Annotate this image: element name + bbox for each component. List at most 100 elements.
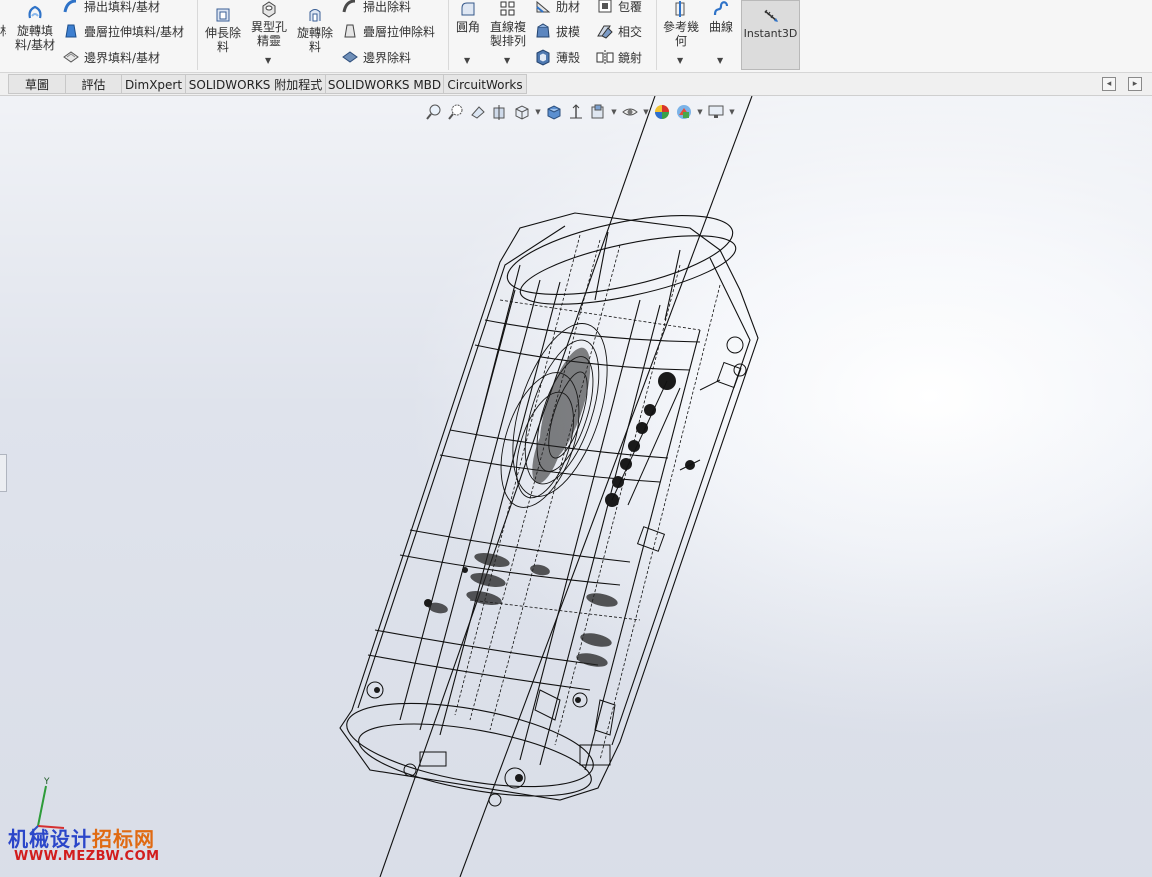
hole-wizard-button[interactable]: 異型孔 精靈 <box>246 0 292 48</box>
rib-button[interactable]: 肋材 <box>534 0 580 15</box>
revolve-boss-label: 旋轉填 料/基材 <box>14 24 56 52</box>
view-orientation-dropdown[interactable]: ▼ <box>534 108 542 116</box>
draft-label: 拔模 <box>556 24 581 39</box>
tab-sketch[interactable]: 草圖 <box>8 74 66 94</box>
zoom-to-fit-icon[interactable] <box>424 102 444 122</box>
swept-cut-icon <box>342 0 356 13</box>
rib-label: 肋材 <box>556 0 581 14</box>
watermark-logo-text: 机械设计招标网 <box>8 823 155 852</box>
linear-pattern-button[interactable]: 直線複 製排列 <box>486 0 530 48</box>
sweep-boss-button[interactable]: 掃出填料/基材 <box>62 0 160 15</box>
mirror-button[interactable]: 鏡射 <box>596 48 642 66</box>
ribbon-separator <box>448 0 449 70</box>
draft-icon <box>536 23 550 38</box>
loft-boss-label: 疊層拉伸填料/基材 <box>84 24 185 39</box>
revolved-cut-icon <box>309 9 321 22</box>
hole-wizard-icon <box>262 1 276 18</box>
watermark-text-blue: 机械设计 <box>8 827 92 851</box>
tab-dimxpert[interactable]: DimXpert <box>121 74 186 94</box>
lofted-cut-icon <box>344 24 356 38</box>
watermark-text-orange: 招标网 <box>92 827 155 851</box>
extruded-cut-label: 伸長除 料 <box>204 26 241 54</box>
graphics-area[interactable]: ▼ ▼ ▼ ▼ ▼ Y 机械设计招标网 WWW.MEZBW.COM <box>0 96 1152 877</box>
shell-button[interactable]: 薄殼 <box>534 48 580 66</box>
apply-scene-icon[interactable] <box>652 102 672 122</box>
reference-geometry-button[interactable]: 參考幾 何 <box>660 0 702 48</box>
loft-boss-button[interactable]: 疊層拉伸填料/基材 <box>62 22 184 40</box>
revolved-cut-label: 旋轉除 料 <box>296 26 333 54</box>
instant3d-label: Instant3D <box>743 27 798 40</box>
panel-collapse-left-icon[interactable]: ◂ <box>1102 77 1116 91</box>
wireframe-assembly-model[interactable] <box>0 96 1152 877</box>
boundary-cut-button[interactable]: 邊界除料 <box>341 48 411 66</box>
extruded-cut-button[interactable]: 伸長除 料 <box>202 6 244 54</box>
reference-geometry-icon <box>675 1 685 17</box>
section-view-icon[interactable] <box>490 102 510 122</box>
hide-show-items-icon[interactable] <box>588 102 608 122</box>
draft-button[interactable]: 拔模 <box>534 22 580 40</box>
display-monitor-icon[interactable] <box>706 102 726 122</box>
heads-up-view-toolbar: ▼ ▼ ▼ ▼ ▼ <box>424 100 736 124</box>
linear-pattern-dropdown[interactable]: ▼ <box>504 56 510 65</box>
edit-appearance-dropdown[interactable]: ▼ <box>642 108 650 116</box>
tab-solidworks-addins[interactable]: SOLIDWORKS 附加程式 <box>185 74 326 94</box>
hide-show-dropdown[interactable]: ▼ <box>610 108 618 116</box>
boundary-cut-icon <box>342 51 358 63</box>
instant3d-icon <box>763 9 778 22</box>
view-settings-dropdown[interactable]: ▼ <box>728 108 736 116</box>
panel-collapse-right-icon[interactable]: ▸ <box>1128 77 1142 91</box>
intersect-icon <box>597 25 613 39</box>
boundary-cut-label: 邊界除料 <box>363 50 412 65</box>
shell-icon <box>536 49 550 66</box>
wrap-button[interactable]: 包覆 <box>596 0 642 15</box>
curves-dropdown[interactable]: ▼ <box>717 56 723 65</box>
normal-to-icon[interactable] <box>566 102 586 122</box>
sweep-boss-icon <box>63 0 77 13</box>
curves-button[interactable]: 曲線 <box>705 0 737 34</box>
linear-pattern-icon <box>500 1 515 16</box>
display-style-icon[interactable] <box>544 102 564 122</box>
instant3d-button[interactable]: Instant3D <box>741 0 800 70</box>
triad-y-label: Y <box>43 777 50 787</box>
edit-appearance-icon[interactable] <box>620 102 640 122</box>
linear-pattern-label: 直線複 製排列 <box>489 20 526 48</box>
command-manager-ribbon: 材 旋轉填 料/基材 掃出填料/基材 疊層拉伸填料/基材 邊界填料/基材 伸長除… <box>0 0 1152 73</box>
intersect-button[interactable]: 相交 <box>596 22 642 40</box>
hole-wizard-label: 異型孔 精靈 <box>250 20 287 48</box>
wrap-label: 包覆 <box>618 0 643 14</box>
revolve-boss-button[interactable]: 旋轉填 料/基材 <box>12 4 58 52</box>
zoom-to-area-icon[interactable] <box>446 102 466 122</box>
fillet-dropdown[interactable]: ▼ <box>464 56 470 65</box>
tab-circuitworks[interactable]: CircuitWorks <box>443 74 527 94</box>
sweep-boss-label: 掃出填料/基材 <box>84 0 161 14</box>
revolve-boss-icon <box>28 5 42 19</box>
extruded-boss-clipped[interactable]: 材 <box>0 24 6 38</box>
reference-geometry-dropdown[interactable]: ▼ <box>677 56 683 65</box>
fillet-button[interactable]: 圓角 <box>452 0 484 34</box>
wrap-icon <box>598 0 612 13</box>
view-orientation-icon[interactable] <box>512 102 532 122</box>
lofted-cut-button[interactable]: 疊層拉伸除料 <box>341 22 435 40</box>
mirror-icon <box>596 50 614 64</box>
ribbon-separator <box>197 0 198 70</box>
scene-dropdown[interactable]: ▼ <box>696 108 704 116</box>
shell-label: 薄殼 <box>556 50 581 65</box>
view-settings-icon[interactable] <box>674 102 694 122</box>
boundary-boss-label: 邊界填料/基材 <box>84 50 161 65</box>
watermark-url: WWW.MEZBW.COM <box>14 849 160 864</box>
swept-cut-button[interactable]: 掃出除料 <box>341 0 411 15</box>
boundary-boss-button[interactable]: 邊界填料/基材 <box>62 48 160 66</box>
rib-icon <box>536 0 551 13</box>
tab-solidworks-mbd[interactable]: SOLIDWORKS MBD <box>325 74 444 94</box>
revolved-cut-button[interactable]: 旋轉除 料 <box>294 6 336 54</box>
ribbon-separator <box>656 0 657 70</box>
command-manager-tabs: 草圖 評估 DimXpert SOLIDWORKS 附加程式 SOLIDWORK… <box>0 73 1152 96</box>
hole-wizard-dropdown[interactable]: ▼ <box>265 56 271 65</box>
fillet-icon <box>461 2 475 16</box>
previous-view-icon[interactable] <box>468 102 488 122</box>
tab-evaluate[interactable]: 評估 <box>65 74 122 94</box>
feature-tree-handle[interactable] <box>0 454 7 492</box>
extruded-cut-icon <box>216 8 230 22</box>
lofted-cut-label: 疊層拉伸除料 <box>363 24 436 39</box>
loft-boss-icon <box>65 24 77 38</box>
